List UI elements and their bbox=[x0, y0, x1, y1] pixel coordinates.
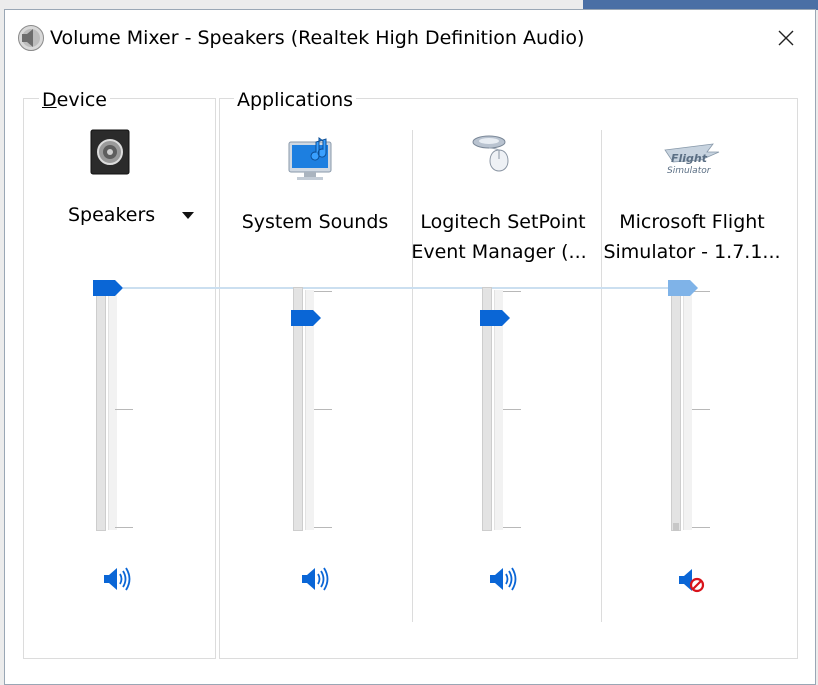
column-divider bbox=[412, 130, 413, 622]
tick-mark bbox=[314, 409, 332, 410]
flight-simulator-icon: Flight Simulator bbox=[664, 143, 720, 176]
tick-mark bbox=[692, 409, 710, 410]
tick-mark bbox=[314, 527, 332, 528]
svg-text:Simulator: Simulator bbox=[667, 166, 712, 176]
close-button[interactable] bbox=[763, 18, 809, 58]
title-bar[interactable]: Volume Mixer - Speakers (Realtek High De… bbox=[5, 10, 815, 66]
svg-text:Flight: Flight bbox=[671, 152, 708, 165]
system-sounds-volume-ramp bbox=[305, 290, 314, 530]
column-divider bbox=[219, 130, 220, 622]
device-volume-track[interactable] bbox=[96, 287, 106, 531]
logitech-mouse-icon bbox=[472, 135, 509, 172]
flight-sim-muted-level bbox=[673, 523, 679, 531]
app-name-logitech-line2: Event Manager (... bbox=[411, 241, 587, 263]
speaker-device-icon bbox=[90, 129, 130, 175]
app-name-flight-sim-line1: Microsoft Flight bbox=[619, 211, 765, 233]
flight-sim-mute-button[interactable] bbox=[675, 566, 707, 594]
device-group-label: Device bbox=[39, 89, 110, 111]
tick-mark bbox=[503, 527, 521, 528]
flight-sim-volume-thumb[interactable] bbox=[668, 280, 698, 296]
window-title: Volume Mixer - Speakers (Realtek High De… bbox=[50, 27, 585, 49]
volume-mixer-window: Volume Mixer - Speakers (Realtek High De… bbox=[4, 9, 816, 685]
logitech-volume-thumb[interactable] bbox=[480, 310, 510, 326]
tick-mark bbox=[115, 409, 133, 410]
device-name[interactable]: Speakers bbox=[68, 202, 155, 228]
logitech-volume-ramp bbox=[494, 290, 503, 530]
app-name-logitech-line1: Logitech SetPoint bbox=[420, 211, 586, 233]
tick-mark bbox=[503, 409, 521, 410]
device-volume-thumb[interactable] bbox=[93, 280, 123, 296]
app-name-flight-sim-line2: Simulator - 1.7.1... bbox=[603, 241, 781, 263]
system-sounds-mute-button[interactable] bbox=[298, 565, 330, 593]
app-name-system-sounds: System Sounds bbox=[241, 211, 389, 233]
tick-mark bbox=[115, 527, 133, 528]
chevron-down-icon[interactable] bbox=[180, 209, 196, 221]
logitech-mute-button[interactable] bbox=[486, 565, 518, 593]
system-sounds-icon bbox=[288, 137, 332, 180]
flight-sim-volume-ramp bbox=[683, 290, 692, 530]
tick-mark bbox=[503, 291, 521, 292]
master-level-line bbox=[123, 287, 673, 289]
device-volume-ramp bbox=[108, 290, 117, 530]
column-divider bbox=[601, 130, 602, 622]
flight-sim-volume-track[interactable] bbox=[671, 287, 681, 531]
tick-mark bbox=[692, 527, 710, 528]
close-icon bbox=[778, 30, 794, 46]
tick-mark bbox=[314, 291, 332, 292]
system-sounds-volume-thumb[interactable] bbox=[291, 310, 321, 326]
device-mute-button[interactable] bbox=[100, 565, 132, 593]
applications-group-label: Applications bbox=[234, 89, 357, 111]
speaker-app-icon bbox=[18, 25, 44, 51]
